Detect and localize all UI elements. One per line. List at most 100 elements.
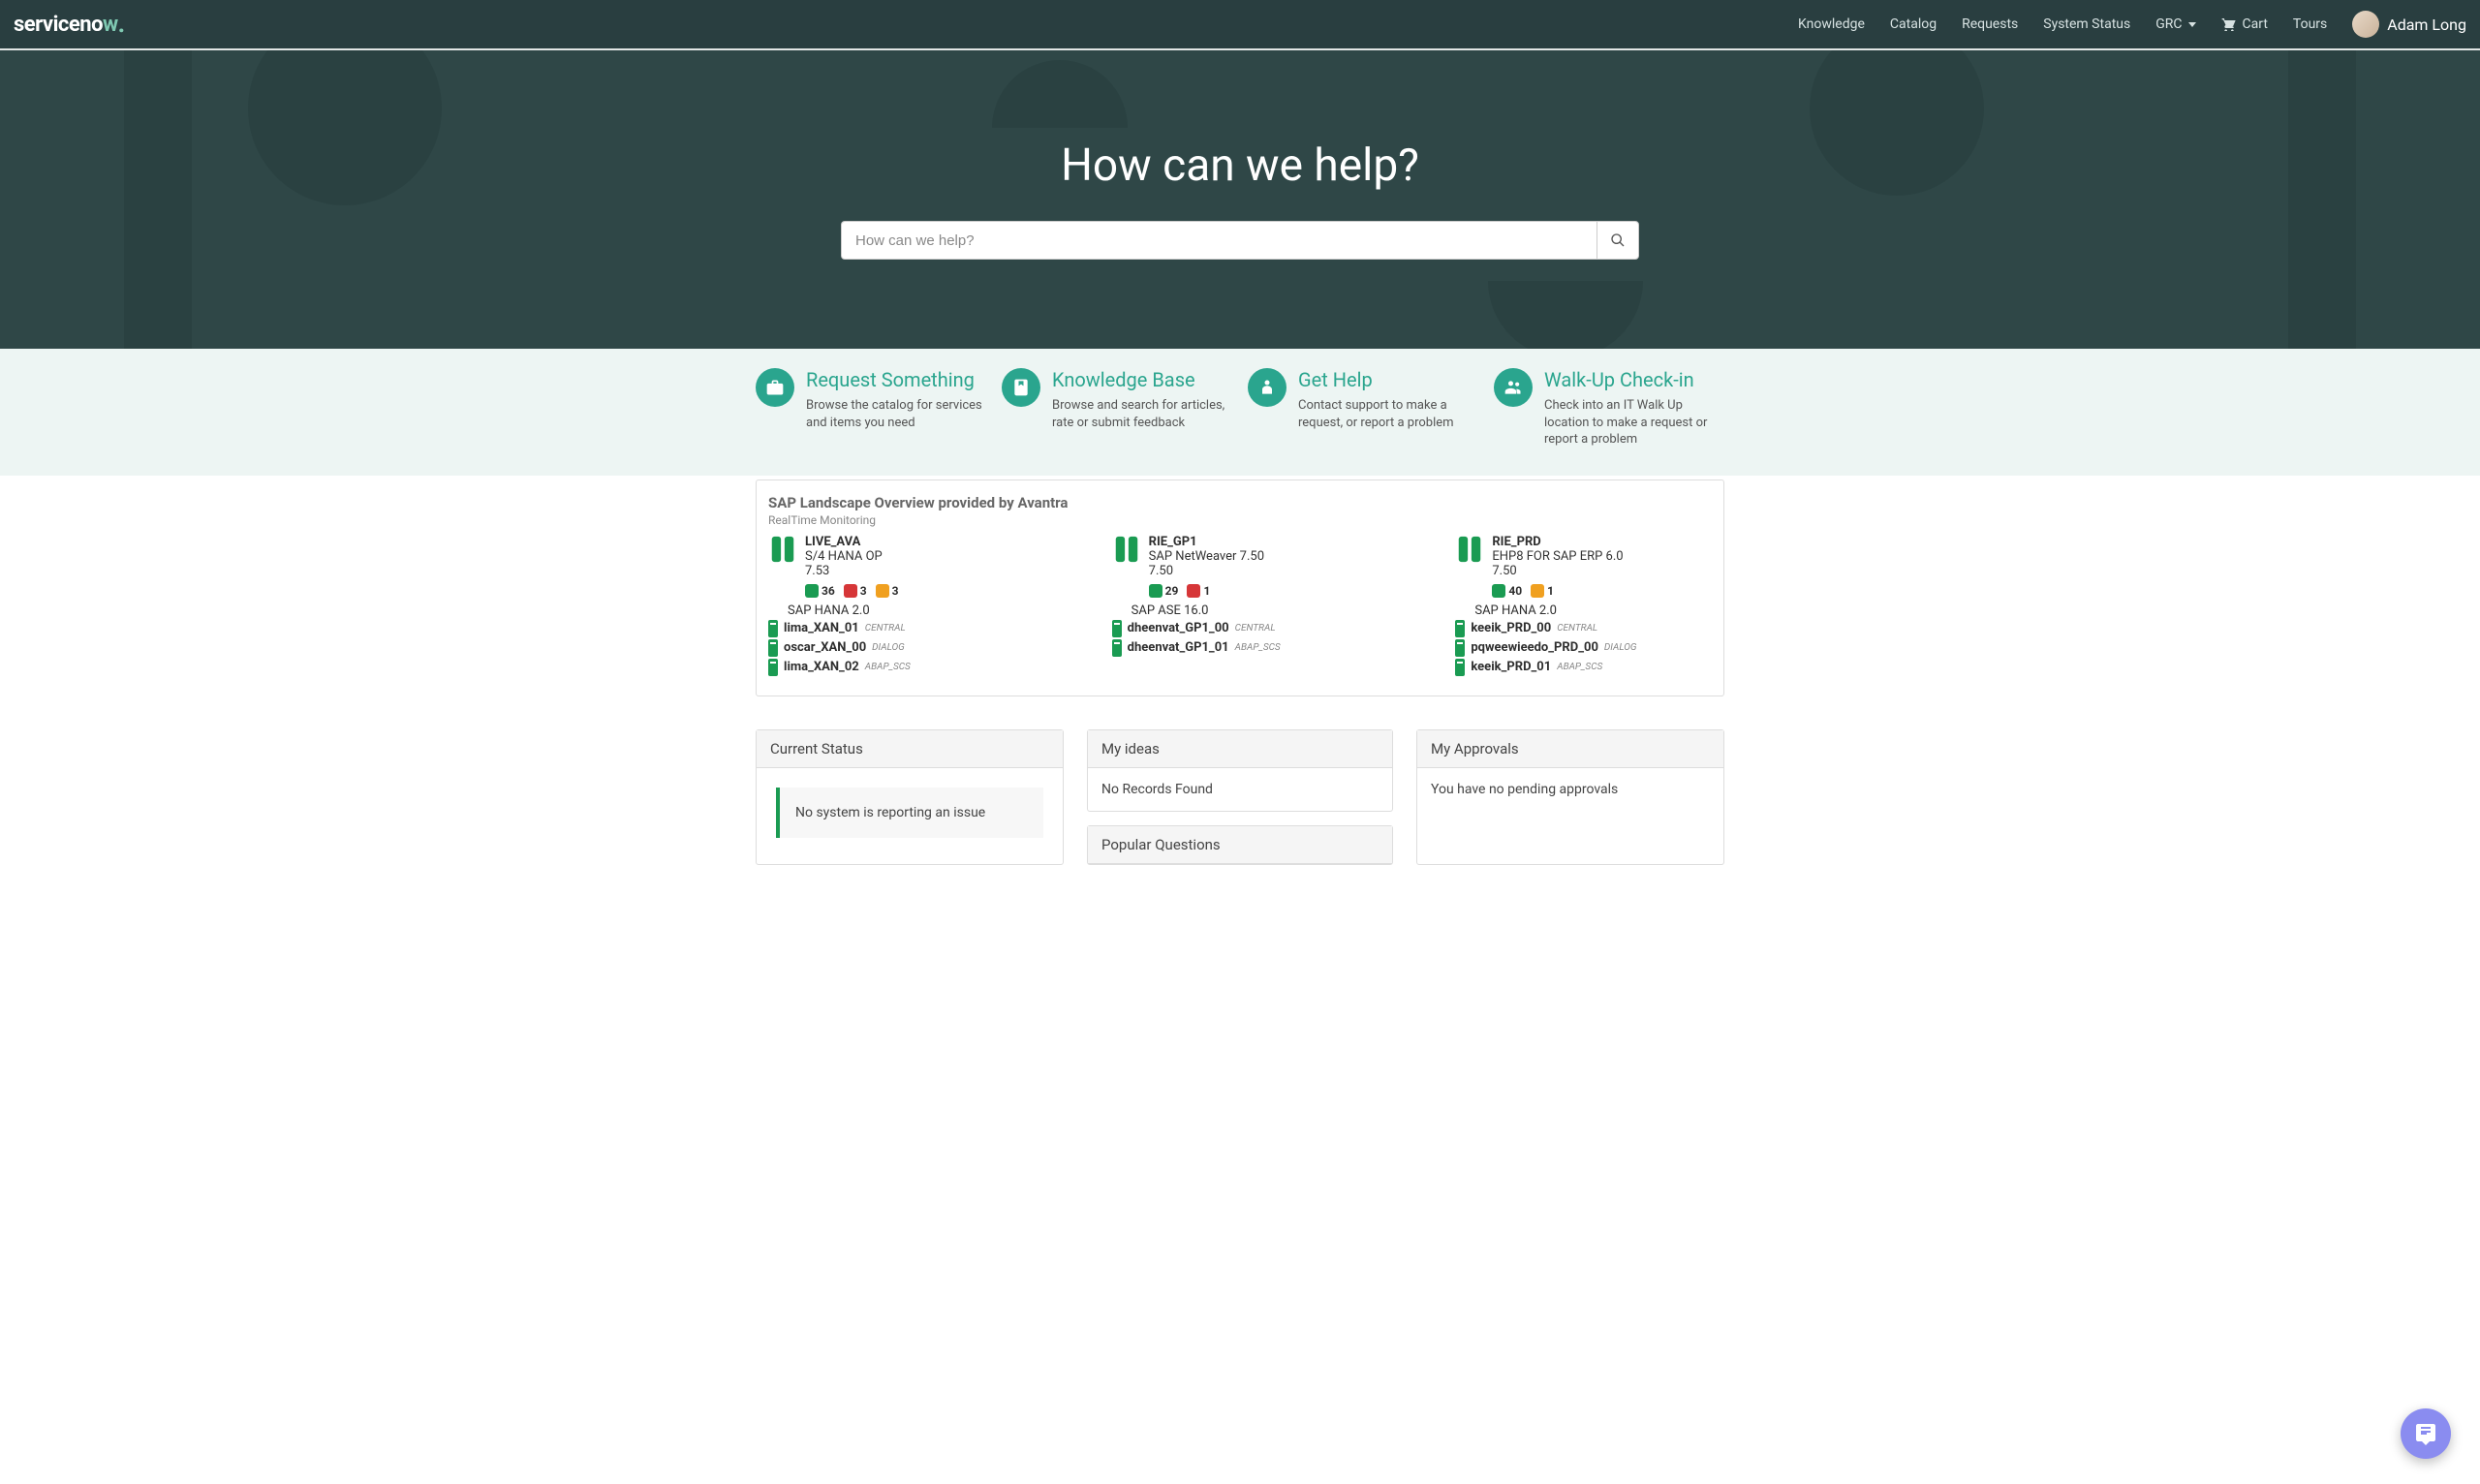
instance-name: lima_XAN_02 xyxy=(784,660,859,674)
instance-row[interactable]: dheenvat_GP1_00 CENTRAL xyxy=(1112,620,1369,637)
instance-name: keeik_PRD_00 xyxy=(1471,621,1551,635)
instance-icon xyxy=(1112,620,1122,637)
instance-row[interactable]: keeik_PRD_00 CENTRAL xyxy=(1455,620,1712,637)
top-navbar: servicenow. Knowledge Catalog Requests S… xyxy=(0,0,2480,50)
system-name: RIE_GP1 xyxy=(1149,535,1264,549)
instance-name: dheenvat_GP1_00 xyxy=(1128,621,1229,635)
instance-row[interactable]: keeik_PRD_01 ABAP_SCS xyxy=(1455,659,1712,676)
instance-role: CENTRAL xyxy=(1235,623,1276,634)
instance-row[interactable]: pqweewieedo_PRD_00 DIALOG xyxy=(1455,639,1712,657)
database-icon xyxy=(1455,535,1484,564)
system-desc: S/4 HANA OP xyxy=(805,549,883,564)
system-version: 7.53 xyxy=(805,564,883,578)
cart-icon xyxy=(2221,17,2237,31)
nav-grc-label: GRC xyxy=(2155,16,2182,32)
status-count: 40 xyxy=(1508,584,1522,598)
sap-landscape-panel: SAP Landscape Overview provided by Avant… xyxy=(756,479,1724,696)
status-badge xyxy=(1492,584,1505,598)
database-icon xyxy=(1112,535,1141,564)
status-badge xyxy=(844,584,857,598)
nav-catalog[interactable]: Catalog xyxy=(1890,16,1937,32)
search-input[interactable] xyxy=(841,221,1596,260)
instance-row[interactable]: lima_XAN_02 ABAP_SCS xyxy=(768,659,1025,676)
system-desc: EHP8 FOR SAP ERP 6.0 xyxy=(1492,549,1623,564)
system-stats: 29 1 xyxy=(1112,584,1369,598)
search-icon xyxy=(1610,232,1626,248)
instance-name: lima_XAN_01 xyxy=(784,621,859,635)
status-count: 3 xyxy=(892,584,899,598)
quicklink-request-something[interactable]: Request Something Browse the catalog for… xyxy=(756,368,986,448)
system-version: 7.50 xyxy=(1149,564,1264,578)
people-icon xyxy=(1494,368,1533,407)
search-button[interactable] xyxy=(1596,221,1639,260)
status-badge xyxy=(805,584,819,598)
quicklink-desc: Check into an IT Walk Up location to mak… xyxy=(1544,397,1724,448)
system-name: RIE_PRD xyxy=(1492,535,1623,549)
chevron-down-icon xyxy=(2188,22,2196,27)
brand-logo[interactable]: servicenow. xyxy=(14,13,125,37)
quicklink-desc: Browse the catalog for services and item… xyxy=(806,397,986,431)
popular-questions-card: Popular Questions xyxy=(1087,825,1393,865)
instance-role: ABAP_SCS xyxy=(865,662,911,672)
instance-icon xyxy=(1455,659,1465,676)
nav-grc[interactable]: GRC xyxy=(2155,16,2195,32)
system-name: LIVE_AVA xyxy=(805,535,883,549)
card-title: My Approvals xyxy=(1417,730,1723,768)
instance-name: pqweewieedo_PRD_00 xyxy=(1471,640,1598,655)
instance-row[interactable]: oscar_XAN_00 DIALOG xyxy=(768,639,1025,657)
sap-system[interactable]: LIVE_AVA S/4 HANA OP 7.53 3633SAP HANA 2… xyxy=(768,535,1025,676)
system-stats: 3633 xyxy=(768,584,1025,598)
instance-row[interactable]: dheenvat_GP1_01 ABAP_SCS xyxy=(1112,639,1369,657)
status-badge xyxy=(876,584,889,598)
card-title: Current Status xyxy=(757,730,1063,768)
quicklink-title: Request Something xyxy=(806,368,986,391)
quicklink-desc: Browse and search for articles, rate or … xyxy=(1052,397,1232,431)
instance-icon xyxy=(1112,639,1122,657)
person-icon xyxy=(1248,368,1286,407)
status-count: 1 xyxy=(1547,584,1554,598)
briefcase-icon xyxy=(756,368,794,407)
hero: How can we help? xyxy=(0,50,2480,349)
sap-system[interactable]: RIE_PRD EHP8 FOR SAP ERP 6.0 7.50 40 1 SAP… xyxy=(1455,535,1712,676)
chat-icon xyxy=(2414,1422,2437,1445)
system-stats: 40 1 xyxy=(1455,584,1712,598)
sap-system[interactable]: RIE_GP1 SAP NetWeaver 7.50 7.50 291SAP A… xyxy=(1112,535,1369,676)
instance-name: keeik_PRD_01 xyxy=(1471,660,1551,674)
current-status-card: Current Status No system is reporting an… xyxy=(756,729,1064,865)
status-count: 36 xyxy=(822,584,835,598)
quicklink-title: Knowledge Base xyxy=(1052,368,1232,391)
system-version: 7.50 xyxy=(1492,564,1623,578)
system-db: SAP HANA 2.0 xyxy=(1455,603,1712,618)
status-count: 1 xyxy=(1203,584,1210,598)
quicklink-get-help[interactable]: Get Help Contact support to make a reque… xyxy=(1248,368,1478,448)
quicklink-knowledge-base[interactable]: Knowledge Base Browse and search for art… xyxy=(1002,368,1232,448)
quicklink-desc: Contact support to make a request, or re… xyxy=(1298,397,1478,431)
status-count: 29 xyxy=(1165,584,1179,598)
instance-icon xyxy=(1455,620,1465,637)
system-desc: SAP NetWeaver 7.50 xyxy=(1149,549,1264,564)
nav-knowledge[interactable]: Knowledge xyxy=(1798,16,1865,32)
system-db: SAP HANA 2.0 xyxy=(768,603,1025,618)
my-ideas-card: My ideas No Records Found xyxy=(1087,729,1393,812)
instance-role: CENTRAL xyxy=(865,623,906,634)
instance-role: ABAP_SCS xyxy=(1235,642,1281,653)
nav-requests[interactable]: Requests xyxy=(1962,16,2018,32)
chat-button[interactable] xyxy=(2401,1408,2451,1459)
status-badge xyxy=(1149,584,1162,598)
book-icon xyxy=(1002,368,1040,407)
instance-role: CENTRAL xyxy=(1557,623,1597,634)
user-menu[interactable]: Adam Long xyxy=(2352,11,2466,38)
instance-row[interactable]: lima_XAN_01 CENTRAL xyxy=(768,620,1025,637)
quicklink-walkup-checkin[interactable]: Walk-Up Check-in Check into an IT Walk U… xyxy=(1494,368,1724,448)
nav-system-status[interactable]: System Status xyxy=(2043,16,2130,32)
nav-tours[interactable]: Tours xyxy=(2293,16,2327,32)
instance-icon xyxy=(768,620,778,637)
instance-icon xyxy=(768,639,778,657)
card-body: You have no pending approvals xyxy=(1417,768,1723,811)
nav-cart-label: Cart xyxy=(2243,16,2268,32)
nav-cart[interactable]: Cart xyxy=(2221,16,2268,32)
sap-panel-title: SAP Landscape Overview provided by Avant… xyxy=(768,494,1712,511)
status-message: No system is reporting an issue xyxy=(776,788,1043,838)
instance-name: dheenvat_GP1_01 xyxy=(1128,640,1229,655)
instance-role: ABAP_SCS xyxy=(1557,662,1602,672)
